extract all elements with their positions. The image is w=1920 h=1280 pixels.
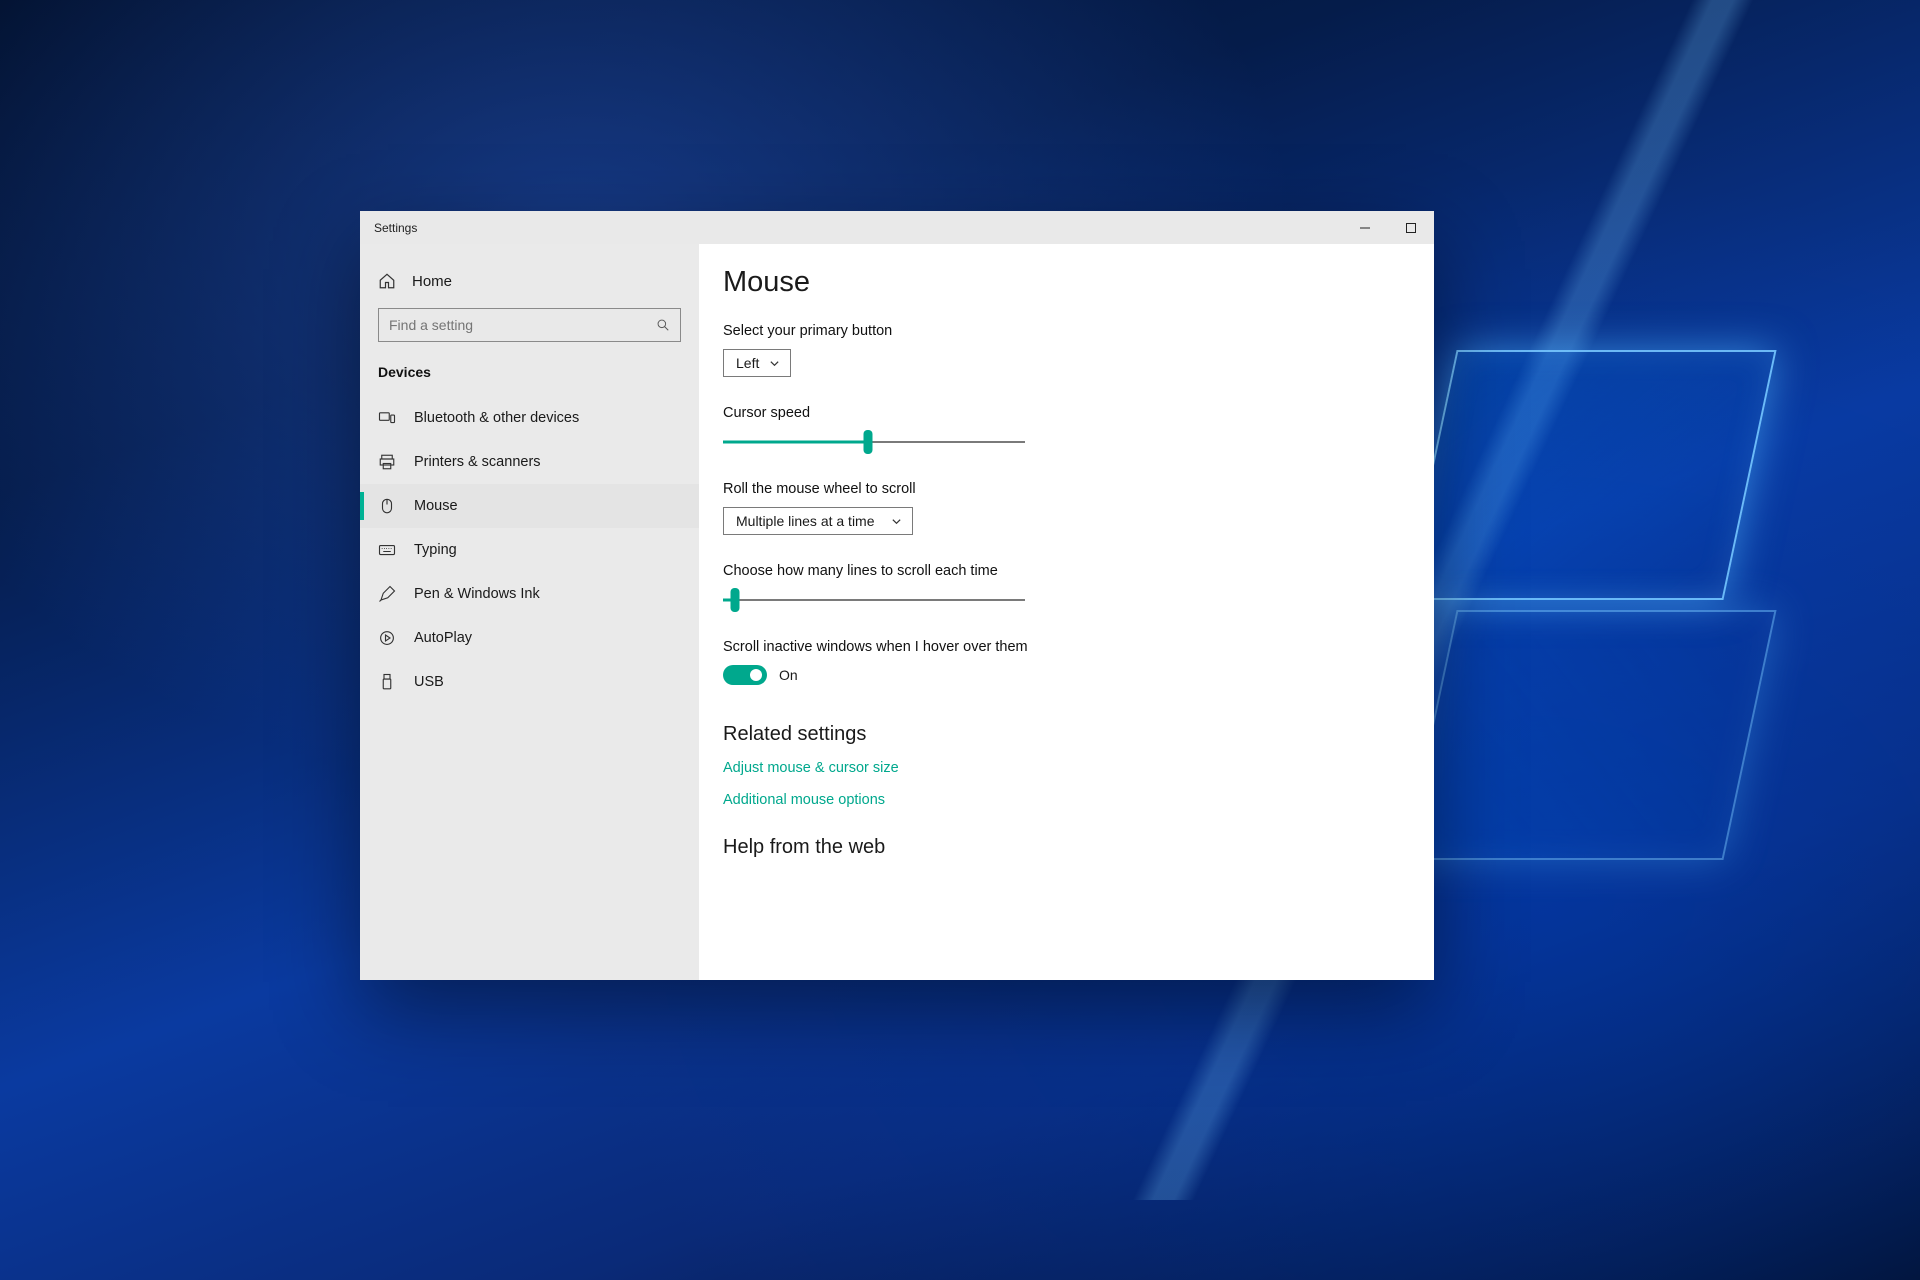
search-icon — [656, 318, 670, 332]
cursor-speed-slider[interactable] — [723, 431, 1025, 453]
home-label: Home — [412, 273, 452, 290]
related-settings-heading: Related settings — [723, 723, 1394, 746]
lines-label: Choose how many lines to scroll each tim… — [723, 563, 1103, 579]
toggle-knob — [750, 669, 762, 681]
pen-icon — [378, 585, 396, 603]
sidebar-item-autoplay[interactable]: AutoPlay — [360, 616, 699, 660]
sidebar-item-pen[interactable]: Pen & Windows Ink — [360, 572, 699, 616]
chevron-down-icon — [891, 516, 902, 527]
titlebar: Settings — [360, 211, 1434, 244]
home-icon — [378, 272, 396, 290]
sidebar-item-label: Mouse — [414, 498, 458, 514]
wheel-mode-select[interactable]: Multiple lines at a time — [723, 507, 913, 535]
cursor-speed-label: Cursor speed — [723, 405, 1103, 421]
devices-icon — [378, 409, 396, 427]
link-adjust-cursor-size[interactable]: Adjust mouse & cursor size — [723, 760, 1394, 776]
sidebar-section-label: Devices — [360, 356, 699, 396]
inactive-windows-toggle[interactable] — [723, 665, 767, 685]
lines-slider[interactable] — [723, 589, 1025, 611]
toggle-state-label: On — [779, 667, 798, 683]
usb-icon — [378, 673, 396, 691]
sidebar-item-typing[interactable]: Typing — [360, 528, 699, 572]
primary-button-select[interactable]: Left — [723, 349, 791, 377]
wheel-mode-value: Multiple lines at a time — [736, 513, 875, 529]
window-title: Settings — [374, 221, 417, 235]
sidebar-item-label: Bluetooth & other devices — [414, 410, 579, 426]
slider-thumb[interactable] — [731, 588, 740, 612]
window-controls — [1342, 211, 1434, 244]
help-heading: Help from the web — [723, 836, 1394, 859]
sidebar-item-label: USB — [414, 674, 444, 690]
sidebar-item-mouse[interactable]: Mouse — [360, 484, 699, 528]
search-input[interactable] — [389, 317, 656, 333]
sidebar-item-label: Printers & scanners — [414, 454, 541, 470]
content-pane: Mouse Select your primary button Left Cu… — [699, 244, 1434, 980]
link-additional-mouse-options[interactable]: Additional mouse options — [723, 792, 1394, 808]
minimize-button[interactable] — [1342, 211, 1388, 244]
inactive-windows-label: Scroll inactive windows when I hover ove… — [723, 639, 1103, 655]
keyboard-icon — [378, 541, 396, 559]
sidebar: Home Devices Bluetooth & other devices — [360, 244, 699, 980]
sidebar-item-label: Typing — [414, 542, 457, 558]
page-title: Mouse — [723, 266, 1394, 299]
wheel-mode-label: Roll the mouse wheel to scroll — [723, 481, 1103, 497]
printer-icon — [378, 453, 396, 471]
chevron-down-icon — [769, 358, 780, 369]
slider-thumb[interactable] — [863, 430, 872, 454]
sidebar-item-printers[interactable]: Printers & scanners — [360, 440, 699, 484]
autoplay-icon — [378, 629, 396, 647]
settings-window: Settings Home — [360, 211, 1434, 980]
maximize-icon — [1406, 223, 1416, 233]
sidebar-item-bluetooth[interactable]: Bluetooth & other devices — [360, 396, 699, 440]
sidebar-item-label: Pen & Windows Ink — [414, 586, 540, 602]
home-button[interactable]: Home — [360, 262, 699, 300]
primary-button-label: Select your primary button — [723, 323, 1103, 339]
sidebar-nav: Bluetooth & other devices Printers & sca… — [360, 396, 699, 704]
sidebar-item-usb[interactable]: USB — [360, 660, 699, 704]
minimize-icon — [1360, 223, 1370, 233]
search-box[interactable] — [378, 308, 681, 342]
desktop-background: Settings Home — [0, 0, 1920, 1280]
mouse-icon — [378, 497, 396, 515]
primary-button-value: Left — [736, 355, 759, 371]
slider-fill — [723, 441, 868, 444]
maximize-button[interactable] — [1388, 211, 1434, 244]
decorative-shard — [1403, 610, 1776, 860]
decorative-shard — [1403, 350, 1776, 600]
sidebar-item-label: AutoPlay — [414, 630, 472, 646]
